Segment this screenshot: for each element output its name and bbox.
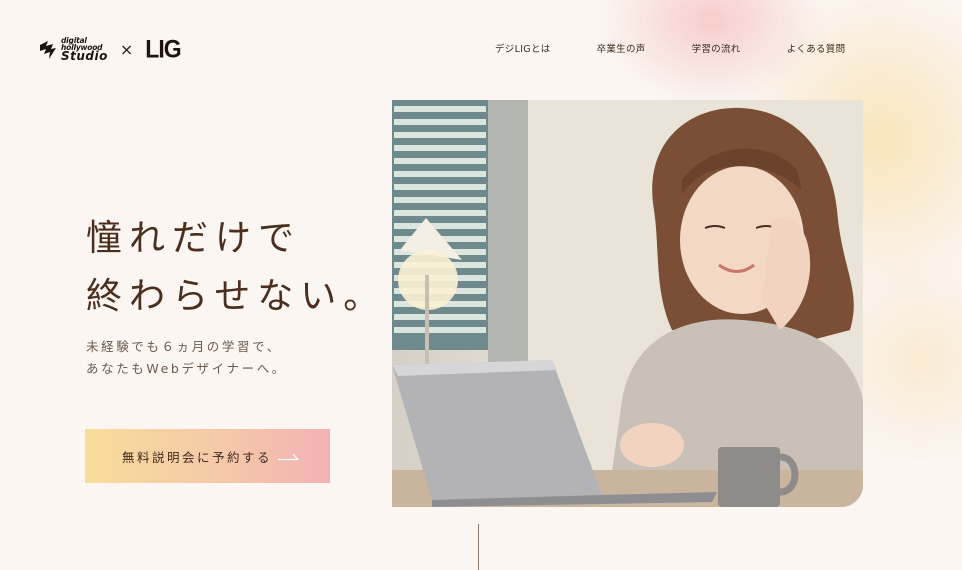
headline-line-2: 終わらせない。	[86, 276, 387, 317]
arrow-right-icon	[278, 453, 299, 461]
subtext-line-1: 未経験でも６ヵ月の学習で、	[86, 339, 282, 354]
subtext-line-2: あなたもWebデザイナーへ。	[86, 361, 287, 376]
headline-line-1: 憧れだけで	[86, 218, 302, 259]
logo-studio-text: Studio	[61, 49, 108, 63]
hero-headline: 憧れだけで 終わらせない。	[86, 210, 386, 326]
cta-label: 無料説明会に予約する	[122, 450, 273, 465]
hero-subtext: 未経験でも６ヵ月の学習で、 あなたもWebデザイナーへ。	[86, 336, 287, 380]
nav-link-faq[interactable]: よくある質問	[787, 41, 846, 55]
nav-link-about[interactable]: デジLIGとは	[495, 41, 551, 55]
main-nav: デジLIGとは 卒業生の声 学習の流れ よくある質問	[495, 41, 891, 55]
nav-link-learning-flow[interactable]: 学習の流れ	[692, 41, 741, 55]
site-logo[interactable]: digital hollywood Studio × LIG	[38, 34, 182, 63]
scroll-indicator-line	[478, 524, 479, 570]
lig-logo: LIG	[145, 34, 181, 63]
digital-hollywood-wordmark: digital hollywood Studio	[61, 37, 108, 62]
digital-hollywood-mark-icon	[40, 40, 56, 59]
book-info-session-button[interactable]: 無料説明会に予約する	[85, 429, 330, 483]
hero-photo	[392, 100, 863, 507]
logo-cross: ×	[119, 40, 134, 59]
woman-with-laptop-photo	[392, 100, 863, 507]
nav-link-testimonials[interactable]: 卒業生の声	[597, 41, 646, 55]
